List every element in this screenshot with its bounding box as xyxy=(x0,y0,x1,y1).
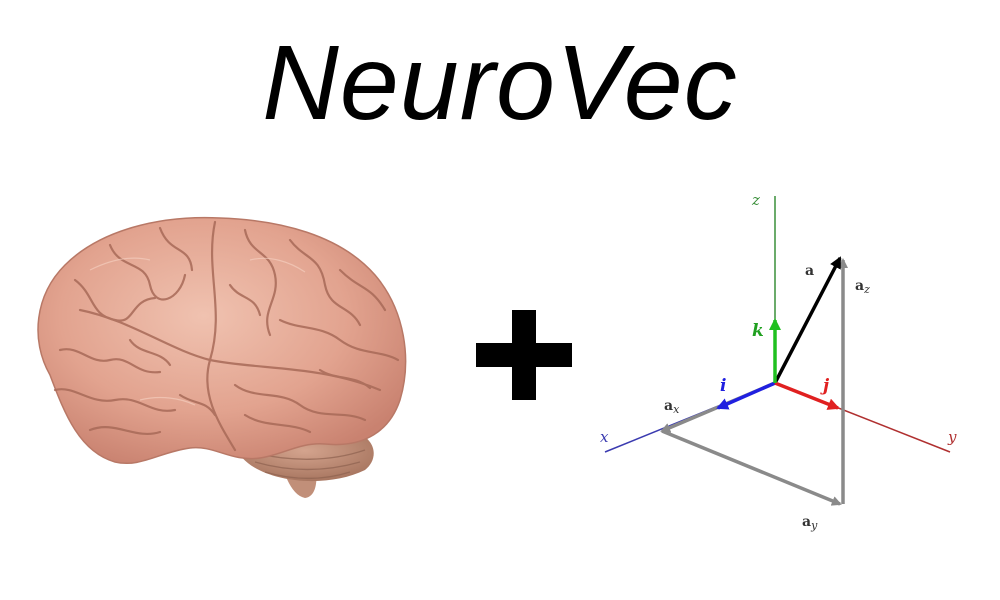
vector-a-label: a xyxy=(805,263,814,279)
ay-component-line xyxy=(661,429,842,506)
unit-vector-i-label: i xyxy=(720,376,726,396)
unit-vector-i-line xyxy=(716,381,776,410)
plus-icon xyxy=(476,310,572,400)
unit-vector-j-label: j xyxy=(820,376,830,396)
y-axis-label: y xyxy=(947,428,957,446)
unit-vector-k-label: k xyxy=(752,321,764,341)
ax-label: ax xyxy=(664,398,680,416)
ay-label: ay xyxy=(802,514,818,532)
brain-illustration xyxy=(37,216,407,498)
z-axis-label: z xyxy=(751,191,760,209)
az-label: az xyxy=(855,278,870,296)
page-title: NeuroVec xyxy=(262,24,738,142)
x-axis-label: x xyxy=(600,428,609,446)
vector-axes-diagram: z x y i j k a az ax ay xyxy=(600,191,957,532)
